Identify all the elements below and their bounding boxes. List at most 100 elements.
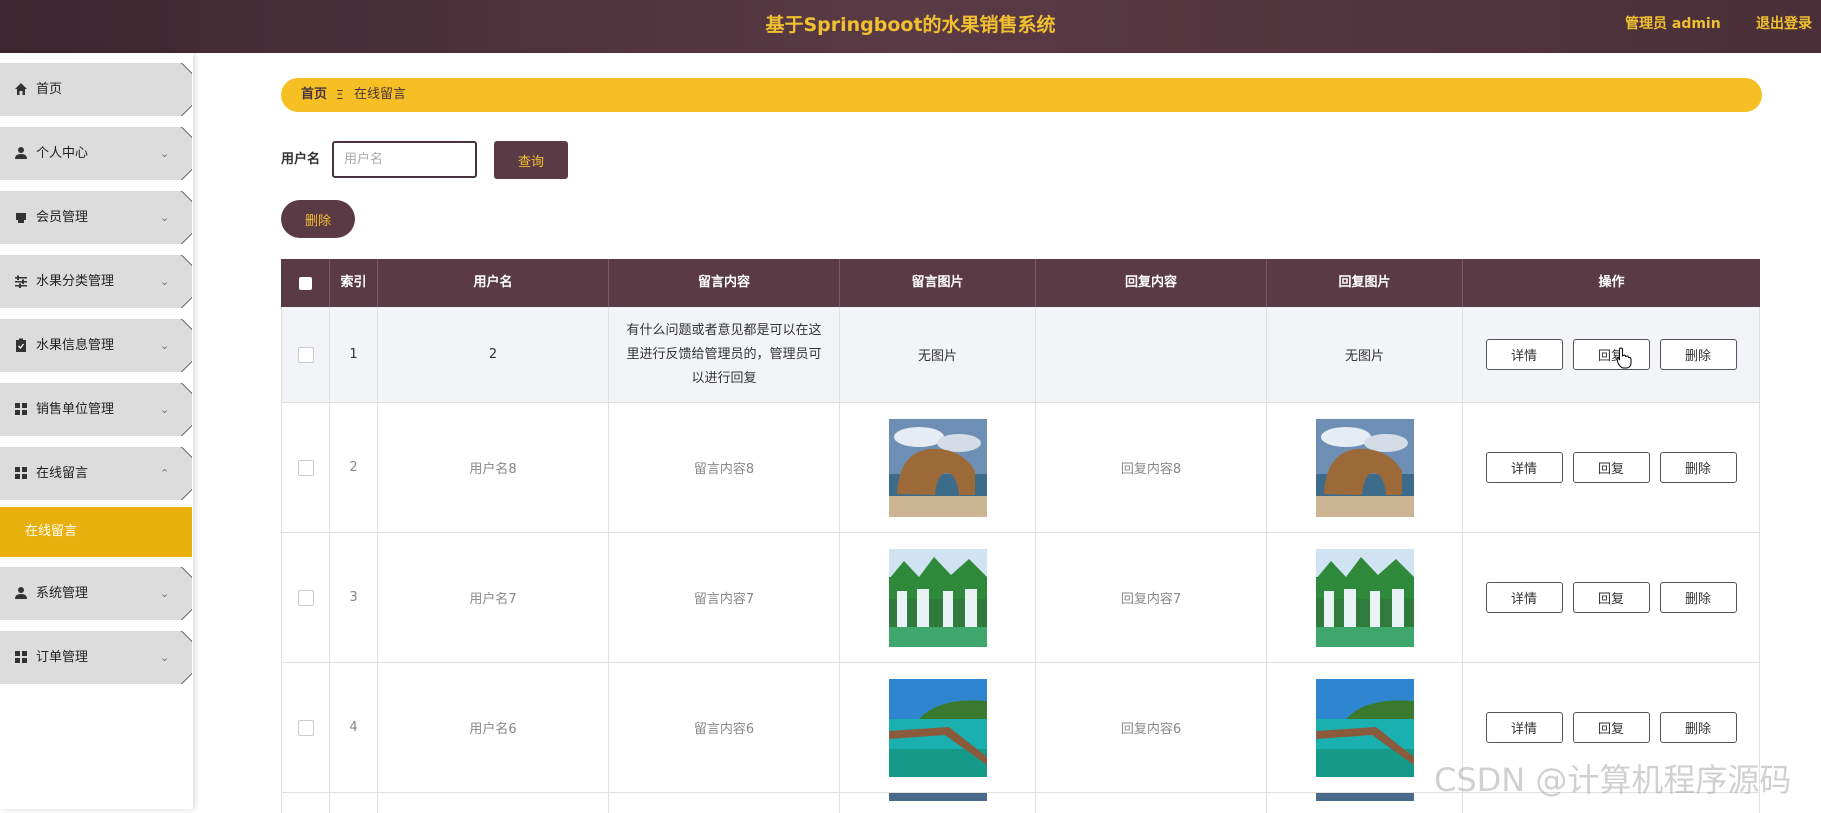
detail-button[interactable]: 详情 [1485,339,1563,370]
chevron-down-icon: ⌄ [160,339,170,352]
rock-arch-image[interactable] [888,418,987,517]
sidebar-item-fruit-info[interactable]: 水果信息管理 ⌄ [0,319,192,372]
printer-icon [14,210,28,224]
row-checkbox[interactable] [297,719,314,736]
header-actions: 操作 [1598,275,1625,290]
header-image: 留言图片 [840,259,1036,307]
delete-button[interactable]: 删除 [1659,582,1737,613]
chevron-down-icon: ⌄ [160,211,170,224]
header-reply-image: 回复图片 [1267,259,1463,307]
waterfall-image[interactable] [1315,548,1414,647]
sidebar-item-label: 水果分类管理 [36,274,115,289]
reply-button[interactable]: 回复 [1572,712,1650,743]
search-label: 用户名 [281,152,321,167]
cell-index: 1 [330,307,378,402]
submenu-item-messages[interactable]: 在线留言 [0,507,192,557]
delete-button[interactable]: 删除 [1659,712,1737,743]
chevron-down-icon: ⌄ [160,275,170,288]
sidebar-item-label: 个人中心 [36,146,89,161]
grid-icon [14,402,28,416]
row-checkbox[interactable] [297,589,314,606]
cell-index: 3 [330,533,378,662]
cell-username: 用户名7 [378,533,609,662]
cell-index: 2 [330,403,378,532]
home-icon [14,82,28,96]
row-checkbox[interactable] [297,459,314,476]
admin-label: 管理员 admin [1625,16,1721,32]
pier-image[interactable] [888,678,987,777]
sidebar-item-members[interactable]: 会员管理 ⌄ [0,191,192,244]
sidebar-item-system[interactable]: 系统管理 ⌄ [0,567,192,620]
chevron-down-icon: ⌄ [160,147,170,160]
cell-content: 留言内容7 [609,533,840,662]
sidebar-item-messages[interactable]: 在线留言 ⌃ [0,447,192,500]
sidebar-item-label: 订单管理 [36,650,89,665]
sliders-icon [14,274,28,288]
reply-button[interactable]: 回复 [1572,452,1650,483]
sidebar: 首页 个人中心 ⌄ 会员管理 ⌄ 水果分类管理 ⌄ 水果信息管理 ⌄ 销售单位管… [0,53,193,809]
batch-delete-button[interactable]: 删除 [281,200,355,238]
cell-index: 4 [330,663,378,792]
watermark: CSDN @计算机程序源码 [1434,761,1792,799]
detail-button[interactable]: 详情 [1485,582,1563,613]
delete-button[interactable]: 删除 [1659,339,1737,370]
select-all-checkbox[interactable] [298,276,312,290]
app-title: 基于Springboot的水果销售系统 [765,14,1056,36]
grid-icon [14,466,28,480]
cell-reply: 回复内容6 [1036,663,1267,792]
sidebar-item-sales-unit[interactable]: 销售单位管理 ⌄ [0,383,192,436]
sidebar-item-orders[interactable]: 订单管理 ⌄ [0,631,192,684]
chevron-down-icon: ⌄ [160,587,170,600]
sidebar-item-fruit-category[interactable]: 水果分类管理 ⌄ [0,255,192,308]
cell-reply-image: 无图片 [1267,307,1463,402]
header-reply: 回复内容 [1036,259,1267,307]
cell-reply [1036,307,1267,402]
table-row: 1 2 有什么问题或者意见都是可以在这里进行反馈给管理员的，管理员可以进行回复 … [281,307,1760,403]
query-button[interactable]: 查询 [494,141,568,179]
detail-button[interactable]: 详情 [1485,452,1563,483]
pier-image[interactable] [1315,678,1414,777]
select-all-cell [281,259,330,307]
chevron-up-icon: ⌃ [160,467,170,480]
cell-reply: 回复内容7 [1036,533,1267,662]
breadcrumb-home[interactable]: 首页 [301,78,327,112]
sidebar-item-profile[interactable]: 个人中心 ⌄ [0,127,192,180]
header-username: 用户名 [378,259,609,307]
sidebar-item-label: 水果信息管理 [36,338,115,353]
breadcrumb-current: 在线留言 [354,87,407,102]
waterfall-image[interactable] [888,548,987,647]
reply-button[interactable]: 回复 [1572,339,1650,370]
logout-link[interactable]: 退出登录 [1756,0,1812,48]
sidebar-item-label: 系统管理 [36,586,89,601]
table-row: 2 用户名8 留言内容8 回复内容8 详情 回复 删除 [281,403,1760,533]
cell-content: 有什么问题或者意见都是可以在这里进行反馈给管理员的，管理员可以进行回复 [609,307,840,402]
cell-username: 用户名8 [378,403,609,532]
detail-button[interactable]: 详情 [1485,712,1563,743]
table-row: 3 用户名7 留言内容7 回复内容7 详情 回复 删除 [281,533,1760,663]
header-index: 索引 [330,259,378,307]
submenu-item-label: 在线留言 [25,524,78,539]
cell-content: 留言内容6 [609,663,840,792]
top-bar: 基于Springboot的水果销售系统 管理员 admin 退出登录 [0,0,1821,53]
username-search-input[interactable] [332,141,477,178]
grid-icon [14,650,28,664]
cell-image: 无图片 [840,307,1036,402]
cell-content: 留言内容8 [609,403,840,532]
cell-username: 用户名6 [378,663,609,792]
row-checkbox[interactable] [297,346,314,363]
rock-arch-image[interactable] [1315,418,1414,517]
cell-reply: 回复内容8 [1036,403,1267,532]
breadcrumb-separator-icon: Ξ [336,88,344,102]
sidebar-item-label: 首页 [36,82,63,97]
chevron-down-icon: ⌄ [160,403,170,416]
reply-button[interactable]: 回复 [1572,582,1650,613]
cell-username: 2 [378,307,609,402]
chevron-down-icon: ⌄ [160,651,170,664]
header-content: 留言内容 [609,259,840,307]
user-icon [14,586,28,600]
breadcrumb: 首页 Ξ 在线留言 [281,78,1762,112]
user-icon [14,146,28,160]
sidebar-item-home[interactable]: 首页 [0,63,192,116]
clipboard-icon [14,338,28,352]
delete-button[interactable]: 删除 [1659,452,1737,483]
